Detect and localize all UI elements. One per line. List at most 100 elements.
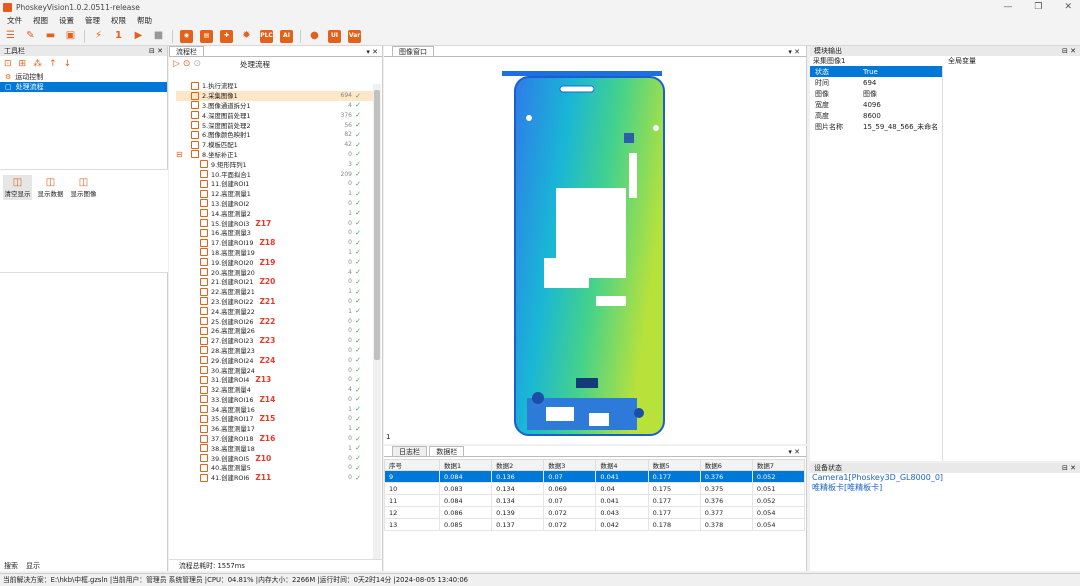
flow-step[interactable]: 6.图像颜色映射1 82 ✓ xyxy=(176,130,374,140)
flow-step[interactable]: 35.创建ROI17 Z15 0 ✓ xyxy=(176,414,374,424)
ai-icon[interactable]: AI xyxy=(280,29,293,43)
maximize-button[interactable]: ❐ xyxy=(1034,2,1042,12)
show-data-button[interactable]: ◫ 显示数据 xyxy=(36,175,65,200)
stop-icon[interactable]: ⊙ xyxy=(193,59,201,69)
users-icon[interactable]: ● xyxy=(308,30,321,43)
data-panel-controls[interactable]: ▾ ✕ xyxy=(788,448,800,456)
output-row[interactable]: 图片名称 15_59_48_566_未命名 xyxy=(810,121,942,132)
flow-step[interactable]: 11.创建ROI1 0 ✓ xyxy=(176,179,374,189)
flow-step[interactable]: 41.创建ROI6 Z11 0 ✓ xyxy=(176,473,374,483)
panel-controls[interactable]: ⊟ ✕ xyxy=(1062,47,1076,55)
flow-step[interactable]: 16.高度测量3 0 ✓ xyxy=(176,228,374,238)
column-header[interactable]: 数据5 xyxy=(647,459,701,471)
flow-step[interactable]: 3.图像通道拆分1 4 ✓ xyxy=(176,101,374,111)
flow-step[interactable]: 33.创建ROI16 Z14 0 ✓ xyxy=(176,395,374,405)
flow-step[interactable]: ⊟ 8.坐标补正1 0 ✓ xyxy=(176,150,374,160)
add-icon[interactable]: ⊡ xyxy=(4,59,12,69)
flow-step[interactable]: 37.创建ROI18 Z16 0 ✓ xyxy=(176,434,374,444)
flow-step[interactable]: 22.高度测量21 1 ✓ xyxy=(176,287,374,297)
flow-step[interactable]: 39.创建ROI5 Z10 0 ✓ xyxy=(176,453,374,463)
flow-step[interactable]: 21.创建ROI21 Z20 0 ✓ xyxy=(176,277,374,287)
flow-step[interactable]: 40.高度测量5 0 ✓ xyxy=(176,463,374,473)
open-folder-icon[interactable]: ▬ xyxy=(44,30,57,43)
table-row[interactable]: 10 0.083 0.134 0.069 0.04 0.175 0.375 0.051 xyxy=(384,482,806,495)
panel-controls[interactable]: ⊟ ✕ xyxy=(1062,464,1076,472)
tree-icon[interactable]: ⁂ xyxy=(33,59,42,69)
light-icon[interactable]: ✹ xyxy=(240,30,253,43)
menu-manage[interactable]: 管理 xyxy=(85,15,100,26)
show-image-button[interactable]: ◫ 显示图像 xyxy=(69,175,98,200)
menu-file[interactable]: 文件 xyxy=(7,15,22,26)
run-flash-icon[interactable]: ⚡ xyxy=(92,30,105,43)
flow-step[interactable]: 15.创建ROI3 Z17 0 ✓ xyxy=(176,218,374,228)
flow-step[interactable]: 5.深度图前处理2 56 ✓ xyxy=(176,120,374,130)
flow-step[interactable]: 2.采集图像1 694 ✓ xyxy=(176,90,374,101)
tab-image-window[interactable]: 图像窗口 xyxy=(392,46,434,56)
flow-step[interactable]: 31.创建ROI4 Z13 0 ✓ xyxy=(176,375,374,385)
menu-settings[interactable]: 设置 xyxy=(59,15,74,26)
minimize-button[interactable]: — xyxy=(1003,2,1012,12)
column-header[interactable]: 数据4 xyxy=(595,459,649,471)
image-panel-controls[interactable]: ▾ ✕ xyxy=(788,48,800,56)
output-row[interactable]: 状态 True xyxy=(810,66,942,77)
flow-scrollbar[interactable] xyxy=(373,84,381,559)
output-row[interactable]: 宽度 4096 xyxy=(810,99,942,110)
flow-step[interactable]: 17.创建ROI19 Z18 0 ✓ xyxy=(176,238,374,248)
tab-log[interactable]: 日志栏 xyxy=(392,446,427,456)
column-header[interactable]: 数据3 xyxy=(543,459,597,471)
ui-designer-icon[interactable]: UI xyxy=(328,29,341,43)
column-header[interactable]: 数据2 xyxy=(491,459,545,471)
variables-icon[interactable]: Var xyxy=(348,29,361,43)
flow-step[interactable]: 32.高度测量4 4 ✓ xyxy=(176,385,374,395)
output-row[interactable]: 时间 694 xyxy=(810,77,942,88)
menu-permission[interactable]: 权限 xyxy=(111,15,126,26)
close-panel-icon[interactable]: ✕ xyxy=(157,47,163,55)
output-row[interactable]: 图像 图像 xyxy=(810,88,942,99)
tree-item-motion[interactable]: ⚙ 运动控制 xyxy=(0,72,167,82)
stop-icon[interactable]: ■ xyxy=(152,30,165,43)
flow-step[interactable]: 19.创建ROI20 Z19 0 ✓ xyxy=(176,257,374,267)
flow-panel-controls[interactable]: ▾ ✕ xyxy=(366,48,378,56)
flow-step[interactable]: 14.高度测量2 1 ✓ xyxy=(176,208,374,218)
pin-icon[interactable]: ⊟ xyxy=(149,47,155,55)
scrollbar-thumb[interactable] xyxy=(374,90,380,360)
flow-step[interactable]: 13.创建ROI2 0 ✓ xyxy=(176,199,374,209)
flow-step[interactable]: 38.高度测量18 1 ✓ xyxy=(176,443,374,453)
column-header[interactable]: 数据7 xyxy=(751,459,806,471)
tab-data[interactable]: 数据栏 xyxy=(429,446,465,456)
table-row[interactable]: 12 0.086 0.139 0.072 0.043 0.177 0.377 0.054 xyxy=(384,506,806,519)
tab-flow[interactable]: 流程栏 xyxy=(169,46,204,56)
close-window-button[interactable]: ✕ xyxy=(1064,2,1072,12)
menu-help[interactable]: 帮助 xyxy=(137,15,152,26)
depth-image-view[interactable]: 1 xyxy=(384,58,807,444)
move-down-icon[interactable]: ↓ xyxy=(64,59,72,69)
camera-icon[interactable]: ◉ xyxy=(180,29,193,43)
flow-step[interactable]: 12.高度测量1 1 ✓ xyxy=(176,189,374,199)
flow-step[interactable]: 9.矩形阵列1 3 ✓ xyxy=(176,159,374,169)
list-icon[interactable]: ☰ xyxy=(4,30,17,43)
flow-step[interactable]: 23.创建ROI22 Z21 0 ✓ xyxy=(176,297,374,307)
flow-step[interactable]: 30.高度测量24 0 ✓ xyxy=(176,365,374,375)
flow-step[interactable]: 4.深度图前处理1 376 ✓ xyxy=(176,110,374,120)
flow-step[interactable]: 27.创建ROI23 Z23 0 ✓ xyxy=(176,336,374,346)
device-camera[interactable]: Camera1[Phoskey3D_GL8000_0] xyxy=(812,473,1080,483)
flow-step[interactable]: 18.高度测量19 1 ✓ xyxy=(176,248,374,258)
run-icon[interactable]: ▷ xyxy=(173,59,180,69)
global-variables-label[interactable]: 全局变量 xyxy=(948,56,976,66)
flow-step[interactable]: 1.执行流程1 xyxy=(176,81,374,91)
tab-display[interactable]: 显示 xyxy=(26,561,40,571)
run-loop-icon[interactable]: ⊙ xyxy=(183,59,191,69)
flow-step[interactable]: 24.高度测量22 1 ✓ xyxy=(176,306,374,316)
flow-step[interactable]: 36.高度测量17 1 ✓ xyxy=(176,424,374,434)
flow-step[interactable]: 29.创建ROI24 Z24 0 ✓ xyxy=(176,355,374,365)
flow-step[interactable]: 20.高度测量20 4 ✓ xyxy=(176,267,374,277)
flow-step[interactable]: 7.模板匹配1 42 ✓ xyxy=(176,140,374,150)
flow-step[interactable]: 26.高度测量26 0 ✓ xyxy=(176,326,374,336)
tab-search[interactable]: 搜索 xyxy=(4,561,18,571)
flow-step[interactable]: 25.创建ROI26 Z22 0 ✓ xyxy=(176,316,374,326)
output-row[interactable]: 高度 8600 xyxy=(810,110,942,121)
display-icon[interactable]: ▤ xyxy=(200,29,213,43)
copy-icon[interactable]: ⊞ xyxy=(19,59,27,69)
save-icon[interactable]: ▣ xyxy=(64,30,77,43)
run-loop-icon[interactable]: ▶ xyxy=(132,30,145,43)
